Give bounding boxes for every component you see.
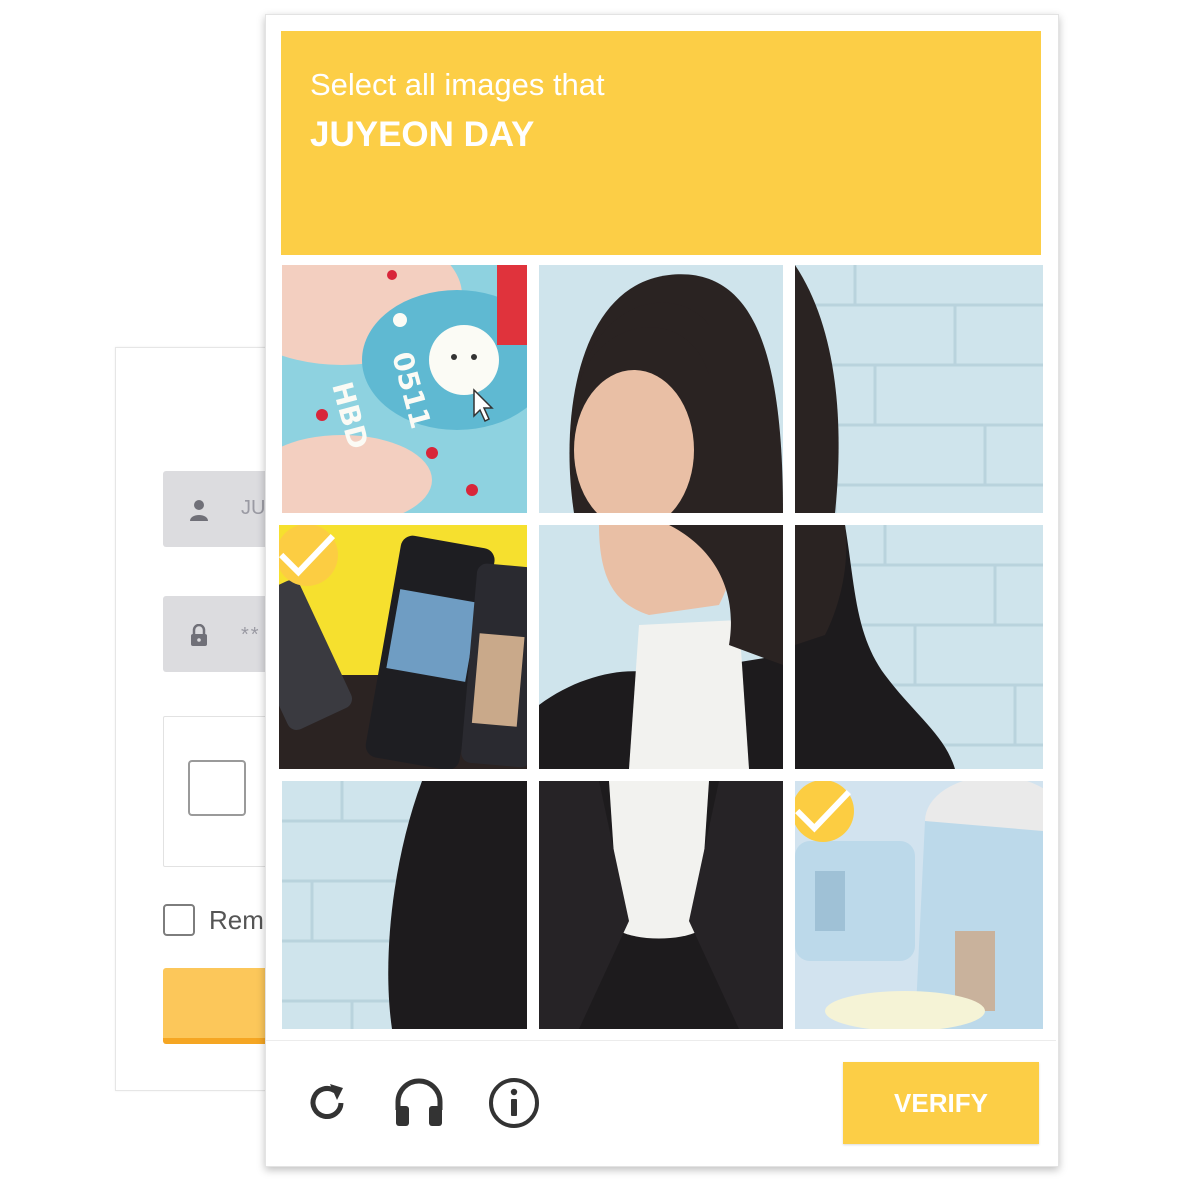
robot-checkbox[interactable]: [188, 760, 246, 816]
remember-checkbox[interactable]: [163, 904, 195, 936]
woman-photo-part: [539, 265, 783, 513]
captcha-target: JUYEON DAY: [310, 115, 535, 154]
lock-icon: [191, 624, 207, 646]
tile-3-2[interactable]: [539, 781, 783, 1029]
tile-1-2[interactable]: [539, 265, 783, 513]
captcha-header: Select all images that JUYEON DAY: [281, 31, 1041, 255]
tile-1-3[interactable]: [795, 265, 1043, 513]
footer-divider: [266, 1040, 1056, 1041]
headphones-icon[interactable]: [392, 1076, 446, 1130]
tile-2-1[interactable]: [279, 525, 527, 769]
remember-label: Rem: [209, 904, 264, 935]
tile-2-2[interactable]: [539, 525, 783, 769]
tile-3-1[interactable]: [282, 781, 527, 1029]
username-value: JU: [241, 497, 266, 519]
captcha-prompt: Select all images that: [310, 67, 605, 102]
check-icon: [279, 533, 336, 577]
tile-2-3[interactable]: [795, 525, 1043, 769]
verify-button[interactable]: VERIFY: [843, 1062, 1039, 1144]
tile-3-3[interactable]: [795, 781, 1043, 1029]
remember-me[interactable]: Rem: [163, 904, 264, 936]
tile-selected-badge: [279, 525, 338, 586]
woman-photo-part: [539, 525, 783, 769]
password-value: **: [241, 624, 261, 646]
tile-selected-badge: [795, 781, 854, 842]
wall-photo-part: [795, 525, 1043, 769]
user-icon: [190, 500, 208, 521]
mouse-cursor-icon: [473, 388, 494, 423]
woman-photo-part: [539, 781, 783, 1029]
wall-photo-part: [795, 265, 1043, 513]
reload-icon[interactable]: [300, 1076, 354, 1130]
wall-photo-part: [282, 781, 527, 1029]
info-icon[interactable]: [487, 1076, 541, 1130]
check-icon: [795, 789, 852, 833]
